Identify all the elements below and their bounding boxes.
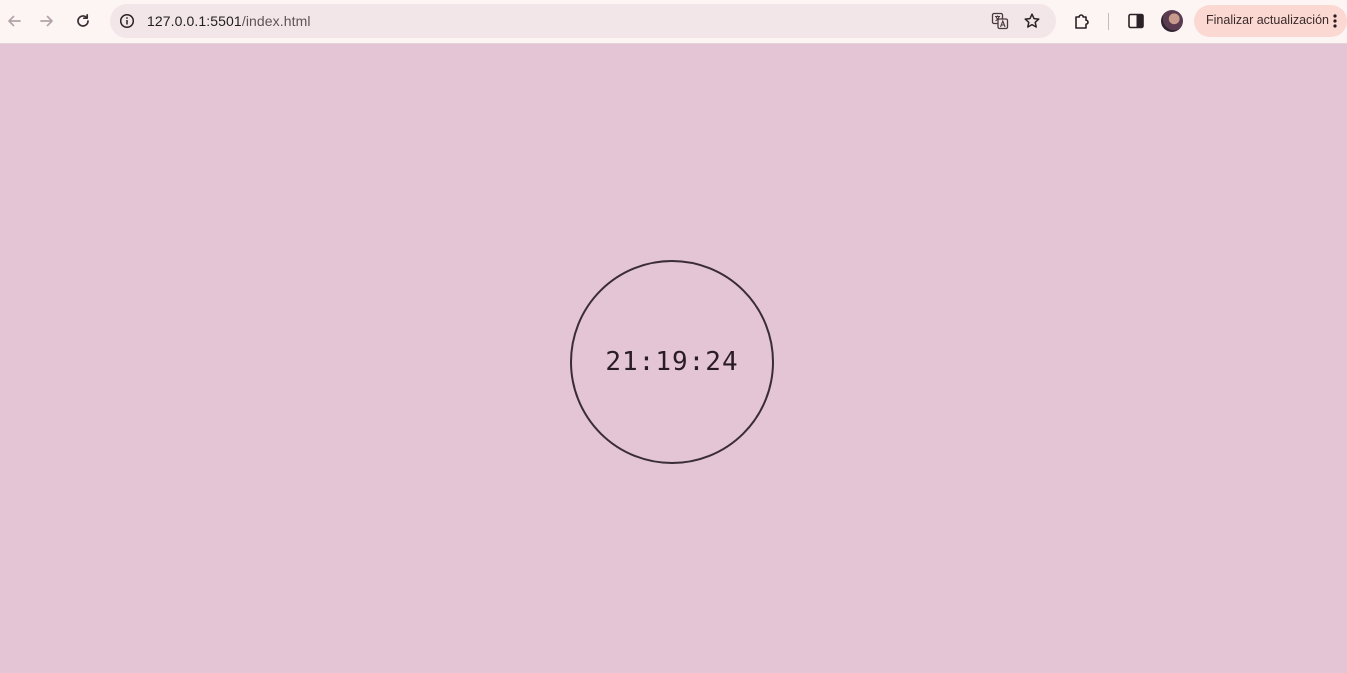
update-button[interactable]: Finalizar actualización — [1194, 5, 1347, 37]
browser-toolbar: 127.0.0.1:5501/index.html Finalizar actu… — [0, 0, 1347, 44]
url-host: 127.0.0.1:5501 — [147, 13, 242, 29]
url-path: /index.html — [241, 13, 311, 29]
kebab-icon[interactable] — [1332, 13, 1338, 29]
info-icon[interactable] — [118, 12, 136, 30]
toolbar-divider — [1108, 13, 1109, 30]
puzzle-icon[interactable] — [1070, 9, 1094, 33]
back-button[interactable] — [0, 7, 28, 35]
forward-button[interactable] — [33, 7, 61, 35]
clock-circle: 21:19:24 — [570, 260, 774, 464]
clock-time: 21:19:24 — [605, 347, 739, 377]
reload-icon — [75, 13, 91, 29]
browser-window: 127.0.0.1:5501/index.html Finalizar actu… — [0, 0, 1347, 673]
arrow-right-icon — [39, 13, 55, 29]
reload-button[interactable] — [69, 7, 97, 35]
translate-icon[interactable] — [989, 10, 1011, 32]
side-panel-icon[interactable] — [1124, 9, 1148, 33]
star-icon[interactable] — [1021, 10, 1043, 32]
address-bar[interactable]: 127.0.0.1:5501/index.html — [110, 4, 1056, 38]
url-text[interactable]: 127.0.0.1:5501/index.html — [147, 13, 311, 29]
arrow-left-icon — [6, 13, 22, 29]
profile-avatar[interactable] — [1161, 10, 1183, 32]
update-button-label: Finalizar actualización — [1206, 13, 1329, 27]
